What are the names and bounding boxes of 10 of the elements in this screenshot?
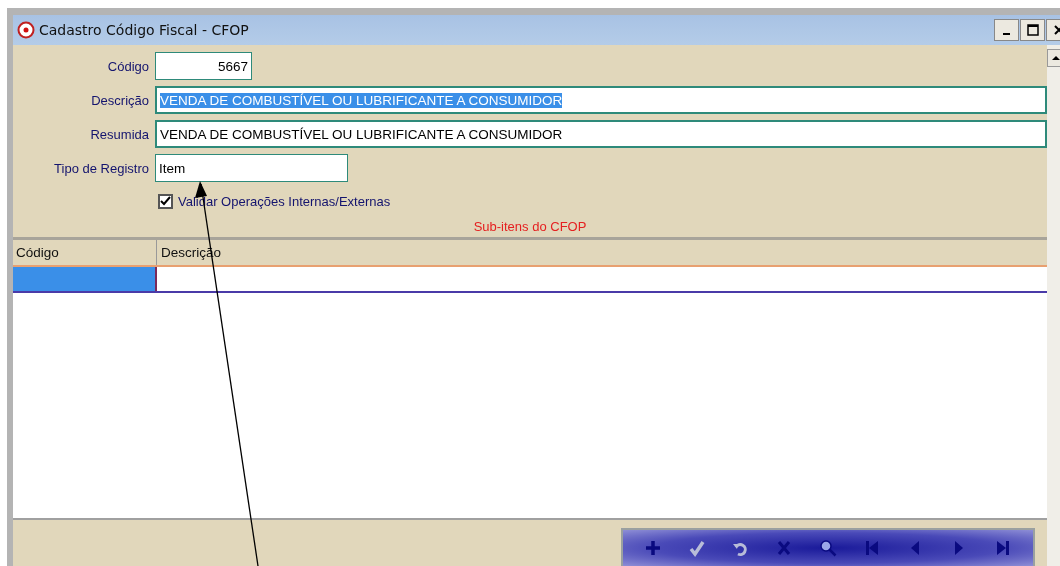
field-label: Resumida: [89, 126, 150, 142]
column-header[interactable]: Código: [13, 240, 157, 265]
field-label: Tipo de Registro: [53, 160, 150, 176]
section-title: Sub-itens do CFOP: [473, 219, 587, 234]
input-field[interactable]: 5667: [155, 52, 252, 80]
field-label: Código: [106, 58, 150, 74]
input-field[interactable]: Item: [155, 154, 348, 182]
field-label: Descrição: [90, 92, 150, 108]
window-title: Cadastro Código Fiscal - CFOP: [39, 22, 250, 38]
input-field[interactable]: VENDA DE COMBUSTÍVEL OU LUBRIFICANTE A CONSUMIDOR: [155, 120, 1047, 148]
